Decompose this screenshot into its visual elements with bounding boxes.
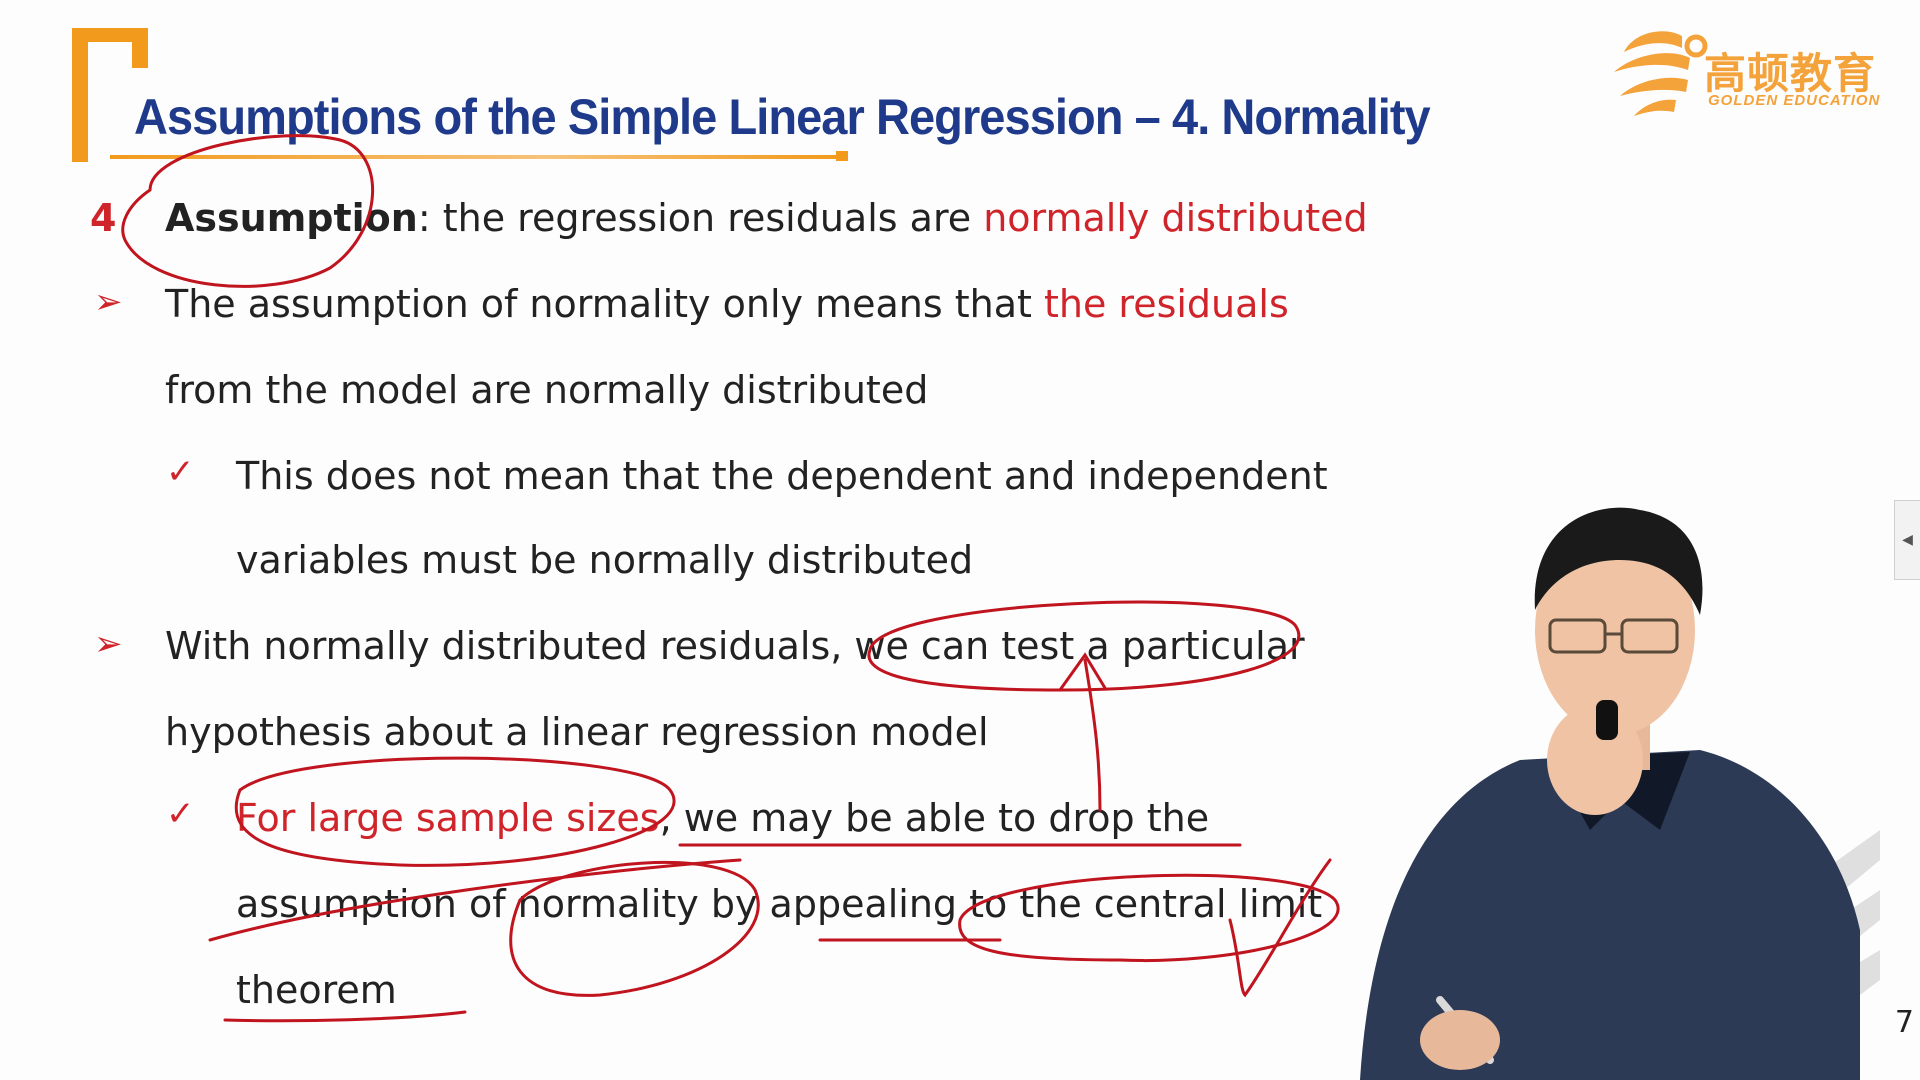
arrow-bullet-icon: ➢ bbox=[94, 282, 123, 322]
side-panel-toggle[interactable]: ◀ bbox=[1894, 500, 1920, 580]
the-residuals-highlight: the residuals bbox=[1043, 282, 1289, 326]
slide-number: 7 bbox=[1894, 1005, 1914, 1040]
assumption-number: 4 bbox=[90, 196, 117, 240]
line-with-normally: With normally distributed residuals, we … bbox=[165, 624, 1305, 668]
drop-the-text: , we may be able to drop the bbox=[659, 796, 1210, 840]
slide-title: Assumptions of the Simple Linear Regress… bbox=[134, 89, 1431, 145]
arrow-bullet-icon: ➢ bbox=[94, 624, 123, 664]
annotation-check-limit bbox=[1228, 858, 1332, 998]
normality-means-text: The assumption of normality only means t… bbox=[165, 282, 1044, 326]
large-sample-sizes-highlight: For large sample sizes bbox=[236, 796, 660, 840]
check-bullet-icon: ✓ bbox=[166, 452, 195, 492]
presenter-video bbox=[1360, 507, 1880, 1080]
check-bullet-icon: ✓ bbox=[166, 794, 195, 834]
assumption-text: : the regression residuals are bbox=[417, 196, 984, 240]
annotation-arrow-line bbox=[1083, 658, 1102, 812]
annotation-underline-theorem bbox=[223, 1010, 467, 1023]
line-assumption: Assumption: the regression residuals are… bbox=[165, 196, 1368, 240]
slide-frame: Assumptions of the Simple Linear Regress… bbox=[0, 0, 1920, 1080]
title-underline-dot bbox=[836, 151, 848, 161]
logo-english-text: GOLDEN EDUCATION bbox=[1708, 92, 1881, 109]
line-hypothesis: hypothesis about a linear regression mod… bbox=[165, 710, 989, 754]
assumption-label: Assumption bbox=[165, 196, 418, 240]
presenter-hand bbox=[1547, 705, 1643, 815]
microphone bbox=[1596, 700, 1618, 740]
line-assumption-normality: assumption of normality by appealing to … bbox=[236, 882, 1323, 926]
title-underline bbox=[110, 155, 840, 159]
golden-education-logo: 高顿教育 GOLDEN EDUCATION bbox=[1604, 18, 1904, 128]
caret-left-icon: ◀ bbox=[1902, 532, 1913, 548]
line-does-not-mean: This does not mean that the dependent an… bbox=[236, 454, 1328, 498]
line-theorem: theorem bbox=[236, 968, 397, 1012]
title-bracket-tail bbox=[132, 28, 148, 68]
logo-wing-icon bbox=[1614, 31, 1708, 116]
line-from-model: from the model are normally distributed bbox=[165, 368, 929, 412]
normally-distributed-highlight: normally distributed bbox=[983, 196, 1368, 240]
line-large-sample: For large sample sizes, we may be able t… bbox=[236, 796, 1209, 840]
line-variables-must: variables must be normally distributed bbox=[236, 538, 974, 582]
line-normality-means: The assumption of normality only means t… bbox=[165, 282, 1289, 326]
